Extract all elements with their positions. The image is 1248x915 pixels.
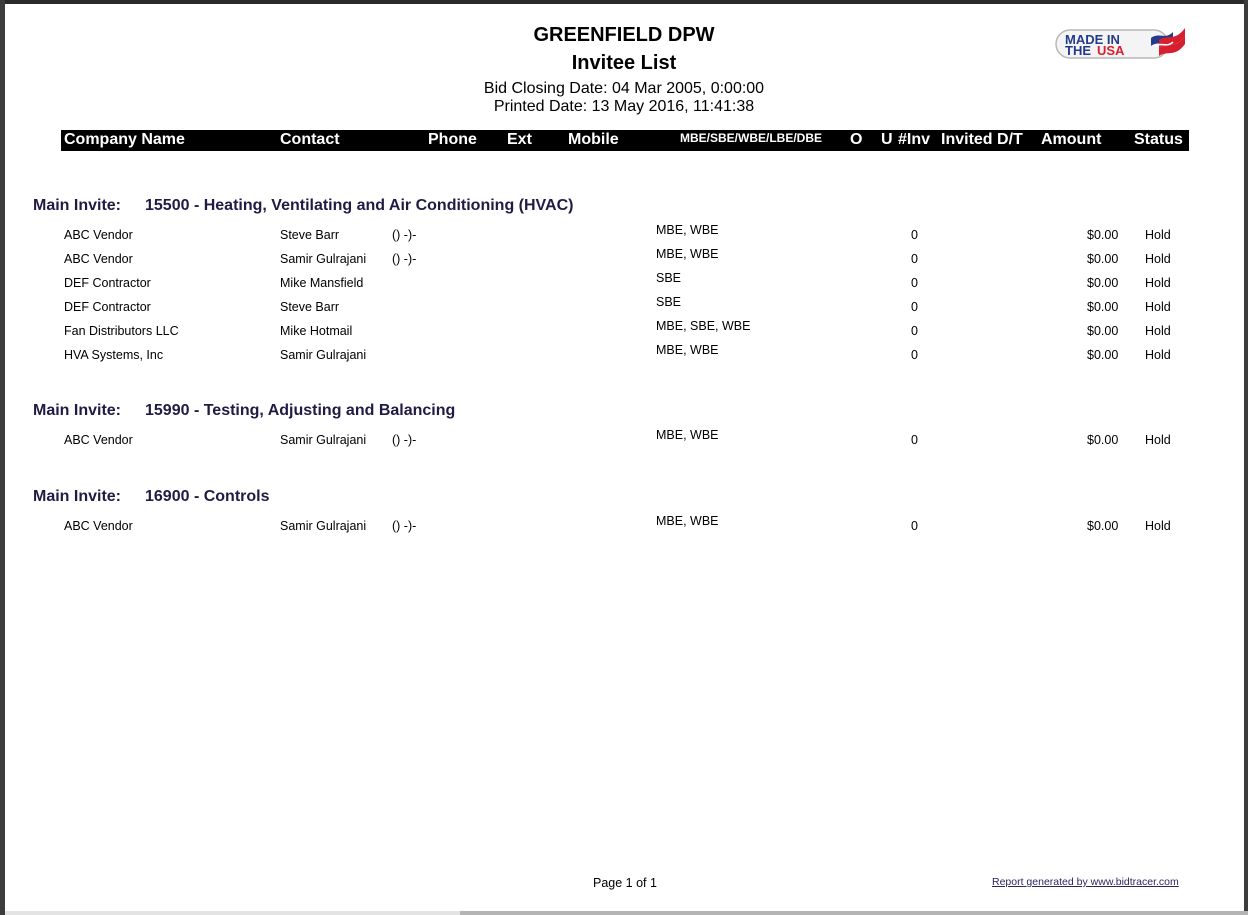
phone-cell: () -)-	[392, 433, 417, 447]
column-header-u[interactable]: U	[881, 131, 893, 149]
column-header-ext[interactable]: Ext	[507, 131, 532, 149]
certification-cell: SBE	[656, 271, 682, 285]
contact-cell: Steve Barr	[280, 228, 340, 242]
column-header-o[interactable]: O	[850, 131, 862, 149]
group-label: Main Invite:	[33, 197, 122, 214]
column-header-amount[interactable]: Amount	[1041, 131, 1101, 149]
phone-cell: () -)-	[392, 519, 417, 533]
viewer-frame-left	[0, 0, 5, 915]
column-header-invited-dt[interactable]: Invited D/T	[941, 131, 1023, 149]
group-label: Main Invite:	[33, 402, 122, 419]
certification-cell: MBE, WBE	[656, 247, 719, 261]
made-in-usa-logo: MADE IN THE USA	[1055, 28, 1185, 59]
contact-cell: Samir Gulrajani	[280, 348, 367, 362]
contact-cell: Steve Barr	[280, 300, 340, 314]
company-cell: DEF Contractor	[64, 276, 151, 290]
invite-count-cell: 0	[911, 228, 918, 242]
company-cell: ABC Vendor	[64, 433, 133, 447]
status-cell: Hold	[1145, 519, 1171, 533]
column-header-bar: Company Name Contact Phone Ext Mobile MB…	[61, 130, 1189, 151]
contact-cell: Mike Hotmail	[280, 324, 353, 338]
amount-cell: $0.00	[1087, 433, 1119, 447]
logo-text-usa: USA	[1097, 43, 1125, 58]
group-name: 15500 - Heating, Ventilating and Air Con…	[145, 197, 574, 214]
amount-cell: $0.00	[1087, 324, 1119, 338]
contact-cell: Samir Gulrajani	[280, 519, 367, 533]
amount-cell: $0.00	[1087, 228, 1119, 242]
amount-cell: $0.00	[1087, 519, 1119, 533]
amount-cell: $0.00	[1087, 252, 1119, 266]
status-cell: Hold	[1145, 324, 1171, 338]
invite-count-cell: 0	[911, 252, 918, 266]
amount-cell: $0.00	[1087, 300, 1119, 314]
column-header-inv-count[interactable]: #Inv	[898, 131, 930, 149]
company-cell: ABC Vendor	[64, 519, 133, 533]
group-heading: Main Invite: 16900 - Controls	[33, 488, 269, 506]
phone-cell: () -)-	[392, 252, 417, 266]
status-cell: Hold	[1145, 276, 1171, 290]
invite-count-cell: 0	[911, 324, 918, 338]
invite-count-cell: 0	[911, 300, 918, 314]
invite-count-cell: 0	[911, 433, 918, 447]
certification-cell: MBE, WBE	[656, 428, 719, 442]
column-header-certifications[interactable]: MBE/SBE/WBE/LBE/DBE	[680, 131, 822, 145]
company-cell: HVA Systems, Inc	[64, 348, 164, 362]
company-cell: DEF Contractor	[64, 300, 151, 314]
status-cell: Hold	[1145, 300, 1171, 314]
column-header-status[interactable]: Status	[1134, 131, 1183, 149]
contact-cell: Samir Gulrajani	[280, 433, 367, 447]
horizontal-scrollbar[interactable]	[5, 911, 1248, 915]
printed-date: Printed Date: 13 May 2016, 11:41:38	[493, 98, 755, 115]
group-heading: Main Invite: 15990 - Testing, Adjusting a…	[33, 402, 455, 420]
contact-cell: Mike Mansfield	[280, 276, 364, 290]
status-cell: Hold	[1145, 433, 1171, 447]
contact-cell: Samir Gulrajani	[280, 252, 367, 266]
column-header-contact[interactable]: Contact	[280, 131, 340, 149]
column-header-company[interactable]: Company Name	[64, 131, 185, 149]
status-cell: Hold	[1145, 348, 1171, 362]
invite-count-cell: 0	[911, 276, 918, 290]
company-cell: Fan Distributors LLC	[64, 324, 179, 338]
bid-closing-date: Bid Closing Date: 04 Mar 2005, 0:00:00	[483, 80, 765, 97]
column-header-phone[interactable]: Phone	[428, 131, 477, 149]
phone-cell: () -)-	[392, 228, 417, 242]
certification-cell: MBE, WBE	[656, 223, 719, 237]
certification-cell: MBE, WBE	[656, 343, 719, 357]
column-header-mobile[interactable]: Mobile	[568, 131, 619, 149]
invite-count-cell: 0	[911, 348, 918, 362]
logo-text-the: THE	[1065, 43, 1091, 58]
certification-cell: MBE, SBE, WBE	[656, 319, 751, 333]
company-cell: ABC Vendor	[64, 228, 133, 242]
status-cell: Hold	[1145, 228, 1171, 242]
amount-cell: $0.00	[1087, 276, 1119, 290]
group-name: 16900 - Controls	[145, 488, 270, 505]
group-label: Main Invite:	[33, 488, 122, 505]
status-cell: Hold	[1145, 252, 1171, 266]
viewer-frame-right	[1244, 0, 1248, 915]
horizontal-scrollbar-thumb[interactable]	[460, 911, 1248, 915]
bidtracer-link[interactable]: Report generated by www.bidtracer.com	[992, 876, 1179, 888]
certification-cell: MBE, WBE	[656, 514, 719, 528]
page-number: Page 1 of 1	[593, 876, 657, 890]
company-cell: ABC Vendor	[64, 252, 133, 266]
group-heading: Main Invite: 15500 - Heating, Ventilating…	[33, 197, 573, 215]
certification-cell: SBE	[656, 295, 682, 309]
amount-cell: $0.00	[1087, 348, 1119, 362]
viewer-frame-top	[0, 0, 1248, 4]
invite-count-cell: 0	[911, 519, 918, 533]
group-name: 15990 - Testing, Adjusting and Balancing	[145, 402, 456, 419]
